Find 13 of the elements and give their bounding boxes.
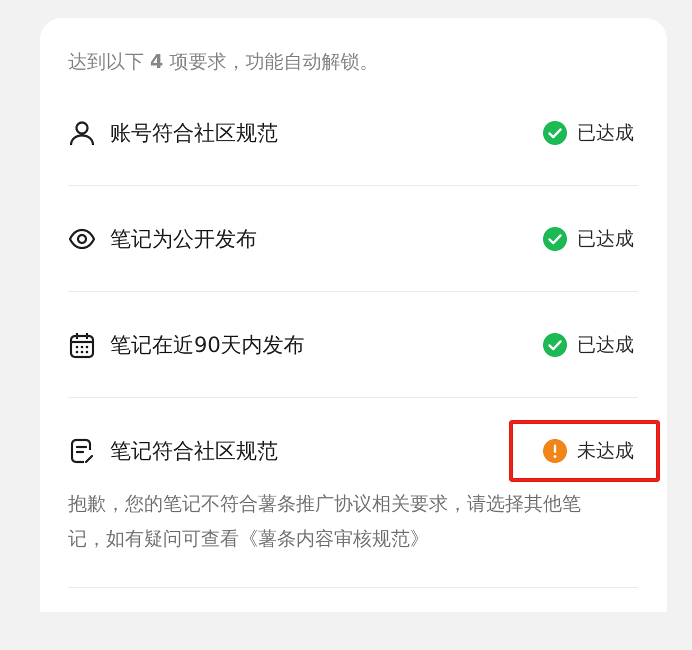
note-edit-icon: [68, 436, 96, 464]
intro-text: 达到以下 4 项要求，功能自动解锁。: [68, 50, 380, 75]
calendar-icon: [68, 330, 96, 358]
requirement-label: 笔记在近90天内发布: [110, 332, 305, 358]
requirement-label: 账号符合社区规范: [110, 120, 278, 146]
requirement-label: 笔记符合社区规范: [110, 438, 278, 464]
rejection-message: 抱歉，您的笔记不符合薯条推广协议相关要求，请选择其他笔记，如有疑问可查看《薯条内容审核规范》: [68, 492, 582, 552]
status-text: 已达成: [577, 332, 634, 358]
requirement-label: 笔记为公开发布: [110, 226, 257, 252]
status-text: 已达成: [577, 226, 634, 252]
person-icon: [68, 118, 96, 146]
status-text: 已达成: [577, 120, 634, 146]
status-text: 未达成: [577, 438, 634, 464]
